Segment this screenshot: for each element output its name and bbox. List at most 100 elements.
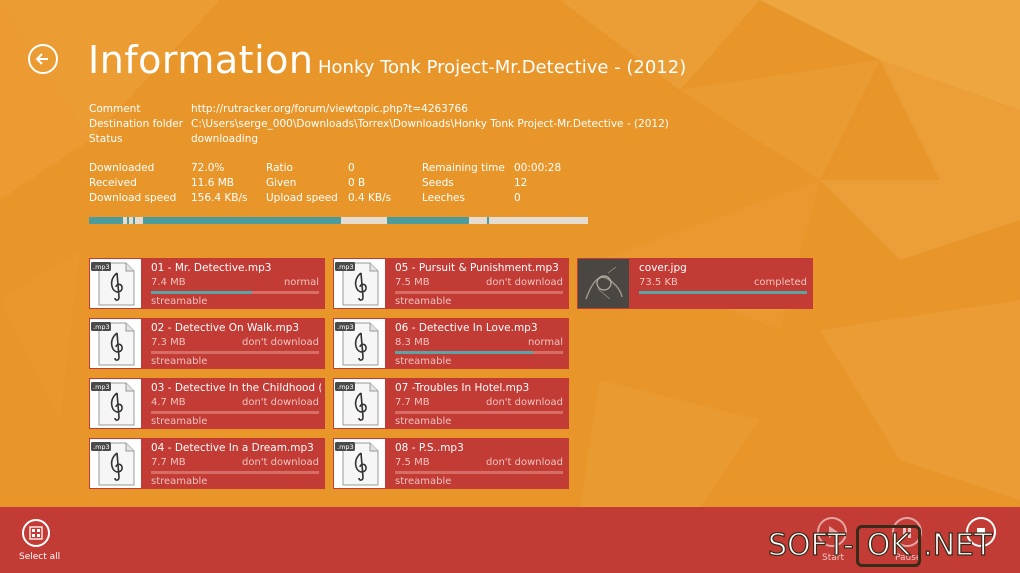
- file-stream-status: streamable: [395, 296, 452, 307]
- file-stream-status: streamable: [395, 356, 452, 367]
- audio-file-thumbnail: .mp3: [334, 259, 385, 308]
- music-file-icon: .mp3: [335, 442, 379, 486]
- file-extension-tag: .mp3: [337, 383, 354, 391]
- file-extension-tag: .mp3: [337, 323, 354, 331]
- file-priority[interactable]: normal: [528, 337, 563, 348]
- file-progress-bar: [151, 471, 319, 474]
- select-all-label: Select all: [19, 552, 61, 562]
- file-progress-bar: [395, 351, 563, 354]
- piece-segment: [143, 217, 341, 224]
- file-priority[interactable]: don't download: [486, 277, 563, 288]
- file-stream-status: streamable: [395, 476, 452, 487]
- file-progress-fill: [151, 291, 252, 294]
- status-label: Status: [89, 133, 123, 145]
- leeches-label: Leeches: [422, 192, 465, 204]
- file-size: 7.4 MB: [151, 277, 186, 288]
- watermark-ok: OK: [855, 525, 922, 567]
- file-extension-tag: .mp3: [337, 263, 354, 271]
- file-progress-fill: [639, 291, 807, 294]
- folder-value: C:\Users\serge_000\Downloads\Torrex\Down…: [191, 118, 669, 130]
- seeds-label: Seeds: [422, 177, 454, 189]
- back-button[interactable]: [28, 44, 58, 74]
- given-label: Given: [266, 177, 297, 189]
- piece-segment: [89, 217, 123, 224]
- music-file-icon: .mp3: [335, 262, 379, 306]
- upload-speed-label: Upload speed: [266, 192, 338, 204]
- page-title: Information: [88, 38, 314, 82]
- file-tile[interactable]: .mp3 04 - Detective In a Dream.mp3 7.7 MB d…: [89, 438, 325, 489]
- file-name: 05 - Pursuit & Punishment.mp3: [395, 262, 559, 274]
- file-extension-tag: .mp3: [93, 323, 110, 331]
- cover-thumbnail: [578, 259, 629, 308]
- ratio-value: 0: [348, 162, 355, 174]
- file-tile[interactable]: .mp3 05 - Pursuit & Punishment.mp3 7.5 MB d…: [333, 258, 569, 309]
- back-arrow-icon: [35, 53, 48, 65]
- file-tile[interactable]: .mp3 08 - P.S..mp3 7.5 MB don't download str…: [333, 438, 569, 489]
- file-name: 07 -Troubles In Hotel.mp3: [395, 382, 530, 394]
- folder-label: Destination folder: [89, 118, 184, 130]
- file-extension-tag: .mp3: [93, 443, 110, 451]
- file-priority[interactable]: don't download: [242, 397, 319, 408]
- file-name: 08 - P.S..mp3: [395, 442, 464, 454]
- file-priority[interactable]: don't download: [242, 337, 319, 348]
- music-file-icon: .mp3: [91, 262, 135, 306]
- watermark-left: SOFT-: [767, 527, 854, 563]
- audio-file-thumbnail: .mp3: [90, 319, 141, 368]
- file-progress-bar: [395, 471, 563, 474]
- file-tile[interactable]: .mp3 01 - Mr. Detective.mp3 7.4 MB normal st…: [89, 258, 325, 309]
- file-priority[interactable]: normal: [284, 277, 319, 288]
- upload-speed-value: 0.4 KB/s: [348, 192, 392, 204]
- downloaded-value: 72.0%: [191, 162, 225, 174]
- downloaded-label: Downloaded: [89, 162, 155, 174]
- remaining-value: 00:00:28: [514, 162, 562, 174]
- status-value: downloading: [191, 133, 259, 145]
- file-tile[interactable]: .mp3 03 - Detective In the Childhood (Ci:…: [89, 378, 325, 429]
- file-size: 7.7 MB: [151, 457, 186, 468]
- file-priority[interactable]: don't download: [242, 457, 319, 468]
- torrent-name: Honky Tonk Project-Mr.Detective - (2012): [318, 57, 687, 78]
- file-name: 01 - Mr. Detective.mp3: [151, 262, 272, 274]
- file-extension-tag: .mp3: [93, 383, 110, 391]
- file-extension-tag: .mp3: [93, 263, 110, 271]
- audio-file-thumbnail: .mp3: [334, 319, 385, 368]
- file-tile[interactable]: .mp3 07 -Troubles In Hotel.mp3 7.7 MB don't…: [333, 378, 569, 429]
- piece-segment: [387, 217, 469, 224]
- file-size: 7.5 MB: [395, 277, 430, 288]
- file-size: 7.5 MB: [395, 457, 430, 468]
- piece-segment: [127, 217, 129, 224]
- torrent-stats: Downloaded 72.0% Received 11.6 MB Downlo…: [89, 161, 589, 209]
- file-stream-status: streamable: [151, 476, 208, 487]
- file-stream-status: streamable: [151, 296, 208, 307]
- music-file-icon: .mp3: [91, 322, 135, 366]
- piece-segment: [487, 217, 489, 224]
- file-tile[interactable]: .mp3 02 - Detective On Walk.mp3 7.3 MB don'…: [89, 318, 325, 369]
- download-speed-label: Download speed: [89, 192, 177, 204]
- file-tile[interactable]: .mp3 06 - Detective In Love.mp3 8.3 MB norm…: [333, 318, 569, 369]
- music-file-icon: .mp3: [91, 382, 135, 426]
- file-progress-bar: [395, 291, 563, 294]
- music-file-icon: .mp3: [91, 442, 135, 486]
- file-size: 7.7 MB: [395, 397, 430, 408]
- file-name: 06 - Detective In Love.mp3: [395, 322, 538, 334]
- file-size: 7.3 MB: [151, 337, 186, 348]
- ratio-label: Ratio: [266, 162, 293, 174]
- file-tile[interactable]: cover.jpg 73.5 KB completed: [577, 258, 813, 309]
- file-extension-tag: .mp3: [337, 443, 354, 451]
- audio-file-thumbnail: .mp3: [90, 439, 141, 488]
- watermark-right: .NET: [922, 527, 993, 563]
- music-file-icon: .mp3: [335, 322, 379, 366]
- torrent-details: Comment http://rutracker.org/forum/viewt…: [89, 102, 689, 150]
- select-all-button[interactable]: [22, 519, 50, 547]
- leeches-value: 0: [514, 192, 521, 204]
- file-name: 03 - Detective In the Childhood (Ci:: [151, 382, 321, 394]
- file-priority[interactable]: completed: [754, 277, 807, 288]
- received-value: 11.6 MB: [191, 177, 234, 189]
- file-priority[interactable]: don't download: [486, 397, 563, 408]
- select-all-icon: [29, 526, 43, 540]
- seeds-value: 12: [514, 177, 528, 189]
- pieces-progress-bar: [89, 217, 588, 224]
- file-progress-fill: [395, 351, 533, 354]
- comment-value[interactable]: http://rutracker.org/forum/viewtopic.php…: [191, 102, 468, 117]
- music-file-icon: .mp3: [335, 382, 379, 426]
- file-priority[interactable]: don't download: [486, 457, 563, 468]
